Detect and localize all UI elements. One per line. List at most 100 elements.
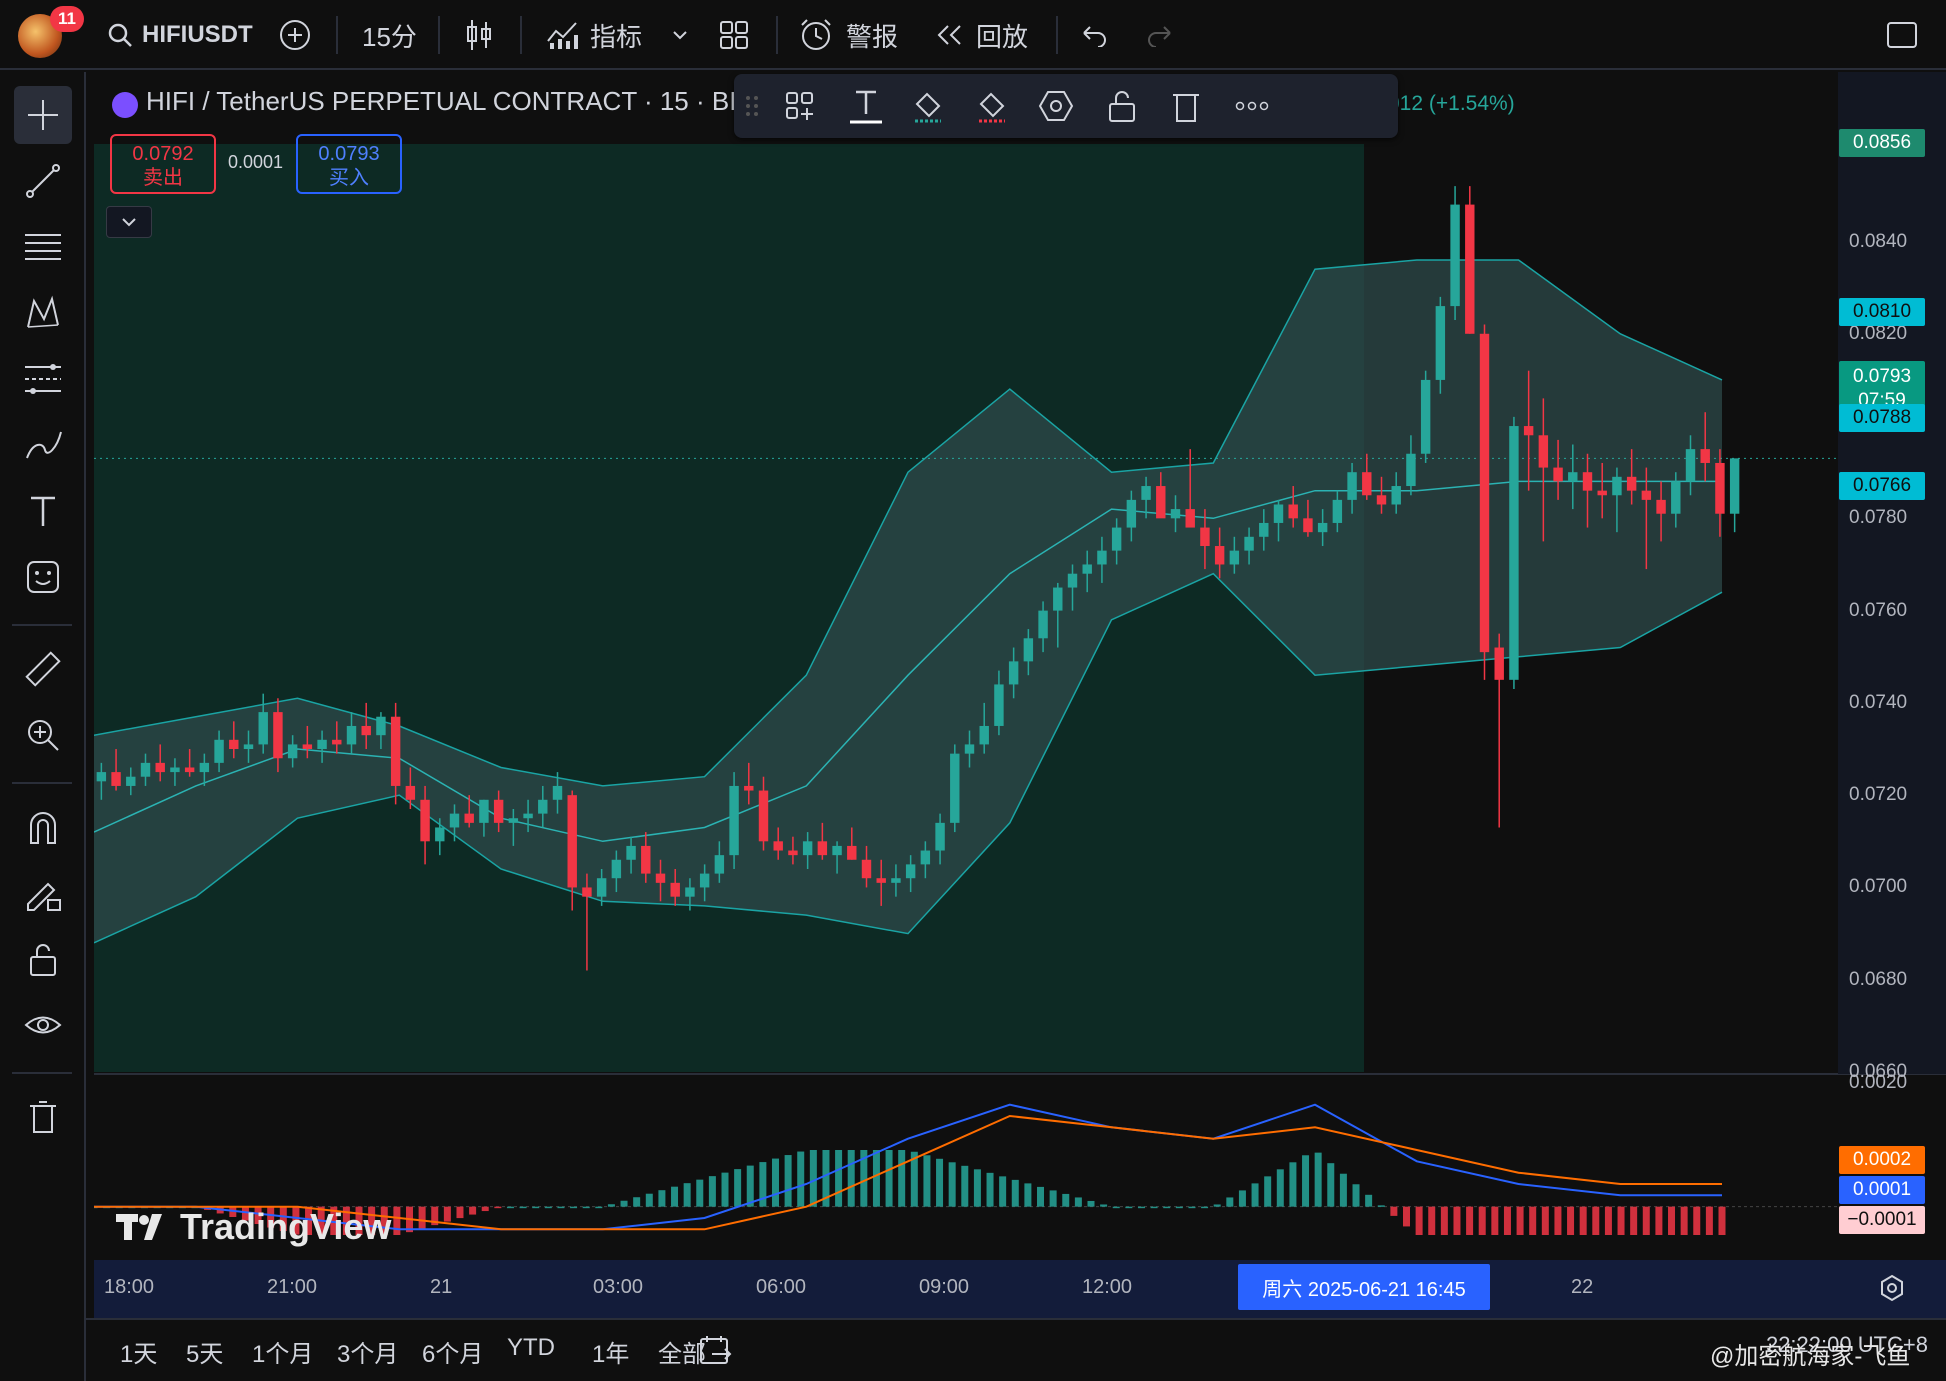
candle-body	[1568, 472, 1578, 482]
candle-body	[405, 785, 416, 800]
brush-tool[interactable]	[14, 416, 72, 474]
candle-body	[876, 878, 886, 883]
range-button[interactable]: 1个月	[252, 1334, 313, 1369]
candle-body	[1038, 610, 1048, 639]
goto-date-button[interactable]	[698, 1334, 732, 1371]
macd-histogram-bar	[443, 1206, 451, 1222]
interval-button[interactable]: 15分	[362, 0, 417, 70]
current-price-value: 0.0793	[1852, 366, 1912, 387]
ruler-tool[interactable]	[14, 640, 72, 698]
macd-histogram-bar	[809, 1150, 817, 1207]
alerts-button[interactable]: 警报	[798, 0, 898, 70]
forecast-tool[interactable]	[14, 350, 72, 408]
compare-button[interactable]	[278, 0, 312, 70]
macd-signal-label: 0.0002	[1839, 1146, 1925, 1174]
more-button[interactable]	[1226, 82, 1278, 130]
candle-body	[1141, 486, 1151, 500]
fill-color-button[interactable]	[902, 82, 954, 130]
text-tool[interactable]	[14, 482, 72, 540]
candle-body	[1465, 204, 1475, 334]
crosshair-tool[interactable]	[14, 86, 72, 144]
price-tick: 0.0820	[1849, 322, 1908, 344]
chart-area[interactable]: HIFI / TetherUS PERPETUAL CONTRACT · 15 …	[94, 72, 1946, 1381]
sell-button[interactable]: 0.0792 卖出	[110, 134, 216, 194]
indicators-dropdown[interactable]	[670, 0, 690, 70]
candle-body	[935, 822, 945, 851]
symbol-search[interactable]: HIFIUSDT	[106, 0, 253, 70]
trend-line-tool[interactable]	[14, 152, 72, 210]
macd-histogram-bar	[1175, 1206, 1183, 1209]
candle-body	[685, 887, 695, 897]
candle-body	[611, 859, 622, 879]
candle-body	[1317, 522, 1328, 533]
buy-button[interactable]: 0.0793 买入	[296, 134, 402, 194]
candle-body	[847, 845, 857, 860]
trash-icon	[30, 1101, 56, 1133]
layout-button[interactable]	[718, 0, 750, 70]
candles-icon	[467, 20, 491, 50]
candle-body	[1612, 476, 1622, 496]
candle-body	[1053, 587, 1063, 611]
time-tick: 09:00	[919, 1276, 970, 1298]
line-color-button[interactable]	[966, 82, 1018, 130]
range-button[interactable]: 1年	[592, 1334, 629, 1369]
axis-settings-button[interactable]	[1878, 1274, 1906, 1307]
macd-histogram-bar	[1529, 1206, 1537, 1235]
drag-handle[interactable]	[738, 82, 766, 130]
macd-histogram-bar	[1150, 1206, 1158, 1209]
add-template-button[interactable]	[774, 82, 826, 130]
candle-body	[523, 813, 533, 819]
candle-body	[1671, 481, 1681, 514]
range-button[interactable]: 1天	[120, 1334, 157, 1369]
macd-histogram-bar	[1693, 1206, 1701, 1235]
projection-icon	[25, 364, 61, 394]
redo-icon	[1148, 26, 1171, 47]
macd-histogram-bar	[645, 1193, 653, 1207]
delete-button[interactable]	[1160, 82, 1212, 130]
redo-button[interactable]	[1146, 0, 1174, 70]
macd-histogram-bar	[595, 1206, 603, 1209]
macd-histogram-bar	[973, 1169, 981, 1207]
candle-body	[1082, 564, 1092, 574]
range-button[interactable]: 5天	[186, 1334, 223, 1369]
undo-button[interactable]	[1080, 0, 1108, 70]
delete-drawings-tool[interactable]	[14, 1088, 72, 1146]
pattern-tool[interactable]	[14, 284, 72, 342]
macd-histogram-bar	[506, 1206, 514, 1209]
macd-hist-label: −0.0001	[1839, 1206, 1925, 1234]
tradingview-logo[interactable]: TradingView	[116, 1206, 391, 1248]
macd-histogram-bar	[1188, 1206, 1196, 1209]
buy-label: 买入	[329, 167, 369, 189]
replay-button[interactable]: 回放	[934, 0, 1028, 70]
chart-canvas[interactable]	[94, 72, 1946, 1318]
fib-tool[interactable]	[14, 218, 72, 276]
macd-histogram-bar	[1579, 1206, 1587, 1235]
lock-drawings-tool[interactable]	[14, 864, 72, 922]
rewind-icon	[937, 25, 961, 45]
time-tick: 03:00	[593, 1276, 644, 1298]
collapse-legend-button[interactable]	[106, 206, 152, 238]
macd-histogram-bar	[1466, 1206, 1474, 1235]
settings-button[interactable]	[1030, 82, 1082, 130]
zoom-tool[interactable]	[14, 706, 72, 764]
macd-histogram-bar	[1238, 1190, 1246, 1207]
hide-drawings-tool[interactable]	[14, 996, 72, 1054]
sell-label: 卖出	[143, 167, 183, 189]
range-button[interactable]: 6个月	[422, 1334, 483, 1369]
magnet-tool[interactable]	[14, 798, 72, 856]
candle-body	[258, 712, 268, 745]
chart-type-button[interactable]	[464, 0, 494, 70]
range-button[interactable]: 3个月	[337, 1334, 398, 1369]
macd-histogram-bar	[1402, 1206, 1410, 1227]
lock-all-tool[interactable]	[14, 930, 72, 988]
range-button[interactable]: YTD	[507, 1334, 555, 1362]
candle-body	[1538, 435, 1549, 468]
emoji-tool[interactable]	[14, 548, 72, 606]
fullscreen-button[interactable]	[1886, 0, 1918, 70]
top-toolbar: 11 HIFIUSDT 15分 指标 警报 回放	[0, 0, 1946, 70]
macd-histogram-bar	[1264, 1176, 1272, 1207]
lock-button[interactable]	[1096, 82, 1148, 130]
text-style-button[interactable]	[840, 82, 892, 130]
macd-histogram-bar	[923, 1155, 931, 1207]
indicators-button[interactable]: 指标	[546, 0, 642, 70]
